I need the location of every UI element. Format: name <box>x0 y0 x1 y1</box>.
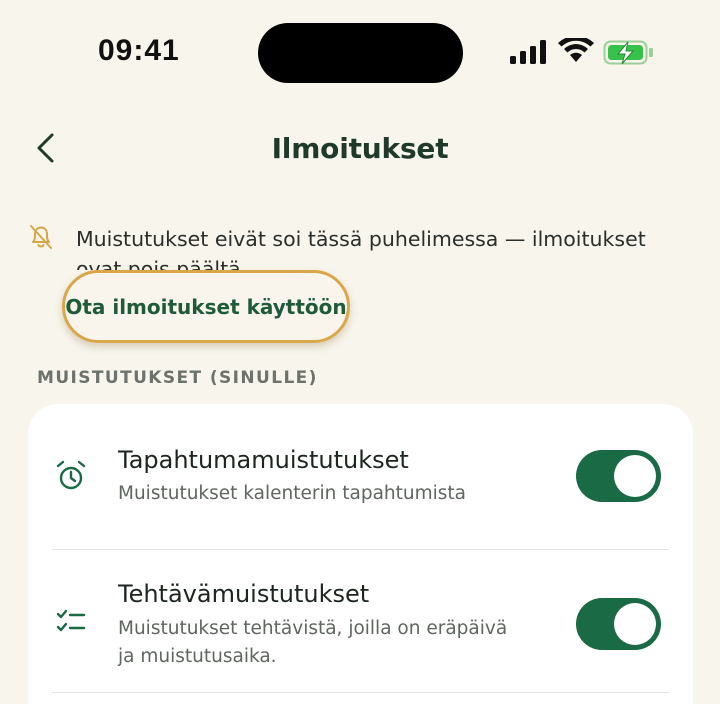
event-reminders-toggle[interactable] <box>576 450 661 502</box>
checklist-icon <box>56 609 86 632</box>
status-time: 09:41 <box>98 34 180 67</box>
row-divider <box>52 692 669 693</box>
reminders-card: Tapahtumamuistutukset Muistutukset kalen… <box>28 404 693 704</box>
dynamic-island <box>258 23 463 83</box>
toggle-knob <box>614 455 656 497</box>
section-label: MUISTUTUKSET (SINULLE) <box>37 368 318 388</box>
page-title: Ilmoitukset <box>271 132 449 165</box>
enable-notifications-label: Ota ilmoitukset käyttöön <box>65 294 347 319</box>
enable-notifications-link[interactable]: Ota ilmoitukset käyttöön <box>62 270 350 343</box>
setting-subtitle: Muistutukset kalenterin tapahtumista <box>118 483 467 504</box>
cellular-signal-icon <box>510 40 546 64</box>
setting-title: Tehtävämuistutukset <box>118 580 370 608</box>
toggle-knob <box>614 603 656 645</box>
battery-charging-icon <box>603 40 653 65</box>
task-reminders-toggle[interactable] <box>576 598 661 650</box>
wifi-icon <box>558 38 594 62</box>
setting-subtitle-line2: ja muistutusaika. <box>118 646 277 667</box>
setting-title: Tapahtumamuistutukset <box>118 446 409 474</box>
setting-subtitle-line1: Muistutukset tehtävistä, joilla on eräpä… <box>118 618 508 639</box>
bell-off-icon <box>30 225 52 249</box>
banner-message: Muistutukset eivät soi tässä puhelimessa… <box>76 227 646 270</box>
notifications-screen: 09:41 Ilmoitukset Muistutukset eivät soi… <box>0 0 720 704</box>
setting-row-event-reminders: Tapahtumamuistutukset Muistutukset kalen… <box>28 404 693 549</box>
setting-row-task-reminders: Tehtävämuistutukset Muistutukset tehtävi… <box>28 550 693 692</box>
alarm-clock-icon <box>56 460 86 490</box>
